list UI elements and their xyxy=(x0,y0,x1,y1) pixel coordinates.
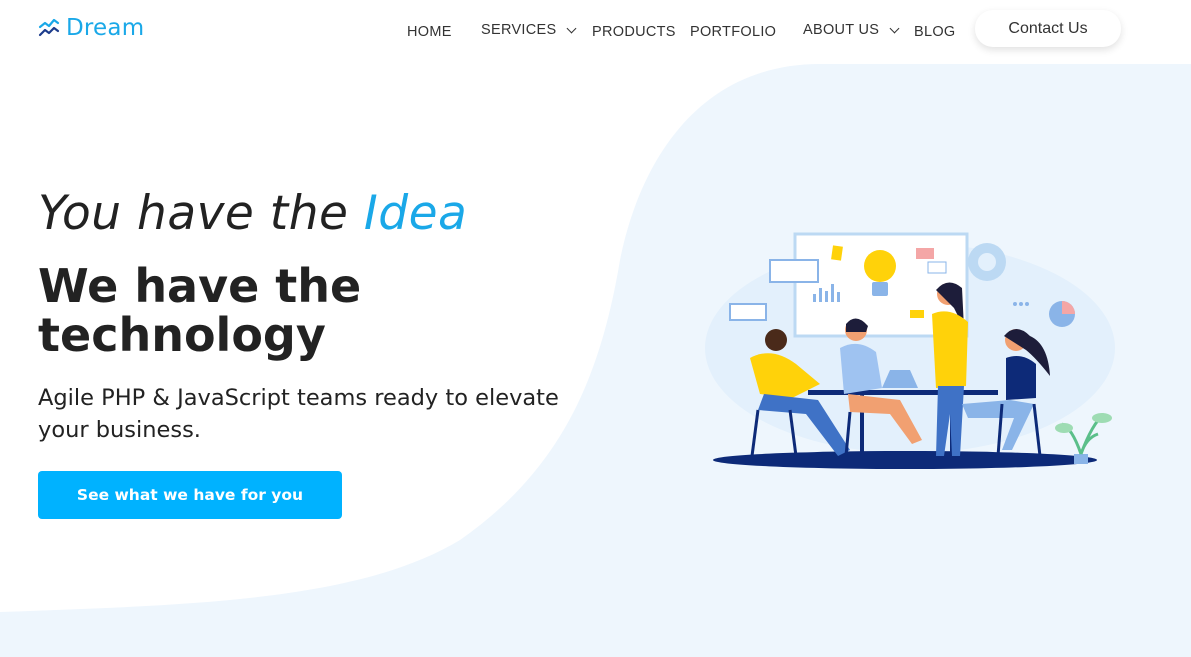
nav-item-about-us[interactable]: ABOUT US xyxy=(803,22,900,38)
chevron-down-icon xyxy=(567,23,577,33)
chevron-down-icon xyxy=(889,23,900,33)
nav-item-label: HOME xyxy=(407,24,452,40)
contact-us-button[interactable]: Contact Us xyxy=(975,10,1121,47)
brand-logo[interactable]: Dream xyxy=(38,15,144,41)
nav-item-label: PORTFOLIO xyxy=(690,24,777,40)
hero-tagline-prefix: You have the xyxy=(38,186,364,241)
nav-item-services[interactable]: SERVICES xyxy=(481,22,577,38)
nav-item-blog[interactable]: BLOG xyxy=(914,24,956,40)
footer-band xyxy=(0,617,1191,657)
hero-title: We have the technology xyxy=(38,259,362,362)
trend-icon xyxy=(38,17,60,39)
nav-item-label: SERVICES xyxy=(481,22,557,38)
hero-subtitle: Agile PHP & JavaScript teams ready to el… xyxy=(38,385,559,443)
nav-item-products[interactable]: PRODUCTS xyxy=(592,24,676,40)
nav-item-label: ABOUT US xyxy=(803,22,880,38)
hero-tagline: You have the Idea xyxy=(38,186,467,241)
brand-name: Dream xyxy=(66,15,145,41)
nav-item-label: BLOG xyxy=(914,24,956,40)
nav-item-label: PRODUCTS xyxy=(592,24,676,40)
see-offerings-button[interactable]: See what we have for you xyxy=(38,471,342,519)
nav-item-portfolio[interactable]: PORTFOLIO xyxy=(690,24,776,40)
team-meeting-illustration xyxy=(705,232,1115,469)
hero-tagline-accent: Idea xyxy=(363,186,468,241)
nav-item-home[interactable]: HOME xyxy=(407,24,452,40)
